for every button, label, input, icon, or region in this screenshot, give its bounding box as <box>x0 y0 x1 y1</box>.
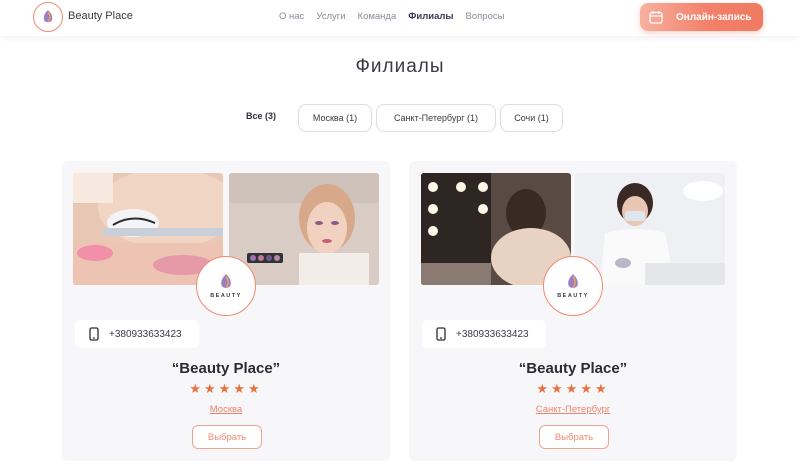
logo-text: BEAUTY <box>210 293 242 299</box>
phone-icon <box>436 327 446 341</box>
filter-all[interactable]: Все (3) <box>246 111 276 121</box>
branch-name: “Beauty Place” <box>518 360 628 377</box>
branch-name: “Beauty Place” <box>171 360 281 377</box>
rating-stars: ★★★★★ <box>536 381 610 396</box>
logo-mark-icon <box>221 274 231 289</box>
select-branch-button[interactable]: Выбрать <box>192 425 262 449</box>
branch-card: BEAUTY +380933633423 “Beauty Place” ★★★★… <box>409 161 737 461</box>
phone-number: +380933633423 <box>456 328 529 340</box>
site-header: Beauty Place О нас Услуги Команда Филиал… <box>0 0 800 36</box>
filter-chip-moscow[interactable]: Москва (1) <box>298 104 372 132</box>
phone-link[interactable]: +380933633423 <box>75 320 199 348</box>
filter-chip-saint-petersburg[interactable]: Санкт-Петербург (1) <box>376 104 496 132</box>
phone-number: +380933633423 <box>109 328 182 340</box>
rating-stars: ★★★★★ <box>189 381 263 396</box>
logo-text: BEAUTY <box>557 293 589 299</box>
online-booking-label: Онлайн-запись <box>676 11 752 23</box>
logo-mark-icon <box>568 274 578 289</box>
nav-item-branches[interactable]: Филиалы <box>408 11 453 22</box>
nav-item-faq[interactable]: Вопросы <box>466 11 505 22</box>
nav-item-services[interactable]: Услуги <box>316 11 345 22</box>
branch-logo-badge: BEAUTY <box>196 256 256 316</box>
branch-logo-badge: BEAUTY <box>543 256 603 316</box>
nav-item-team[interactable]: Команда <box>358 11 397 22</box>
logo-icon[interactable] <box>33 2 63 32</box>
main-nav: О нас Услуги Команда Филиалы Вопросы <box>279 11 516 22</box>
select-branch-button[interactable]: Выбрать <box>539 425 609 449</box>
brand-name[interactable]: Beauty Place <box>68 10 133 22</box>
branch-city-link[interactable]: Москва <box>62 404 390 415</box>
branch-photo-makeup <box>229 173 379 285</box>
logo-mark-icon <box>43 10 53 23</box>
nav-item-about[interactable]: О нас <box>279 11 304 22</box>
branch-city-link[interactable]: Санкт-Петербург <box>409 404 737 415</box>
phone-link[interactable]: +380933633423 <box>422 320 546 348</box>
filter-chip-sochi[interactable]: Сочи (1) <box>500 104 563 132</box>
online-booking-button[interactable]: Онлайн-запись <box>640 3 763 31</box>
page-title: Филиалы <box>355 56 445 77</box>
branch-card: BEAUTY +380933633423 “Beauty Place” ★★★★… <box>62 161 390 461</box>
calendar-icon <box>649 11 663 24</box>
phone-icon <box>89 327 99 341</box>
